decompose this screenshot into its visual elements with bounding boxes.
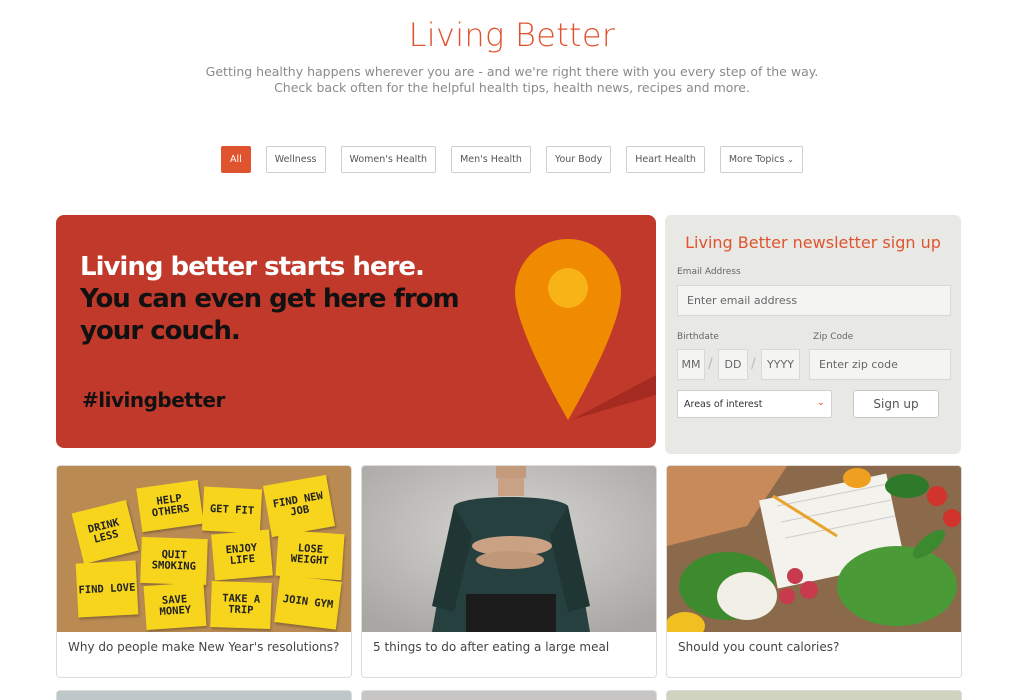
birthdate-label: Birthdate [677,332,719,342]
newsletter-signup-panel: Living Better newsletter sign up Email A… [665,215,961,454]
hero-line-3: your couch. [80,316,241,346]
sticky-note: GET FIT [201,486,263,534]
sticky-note: FIND NEW JOB [262,474,336,538]
areas-of-interest-value: Areas of interest [684,398,763,410]
sticky-note: HELP OTHERS [136,479,204,533]
more-topics-label: More Topics [728,154,785,165]
sticky-note: TAKE A TRIP [210,580,272,630]
vegetables-illustration [667,466,961,632]
filter-all-button[interactable]: All [221,146,251,173]
article-card-partial[interactable] [361,690,657,700]
more-topics-dropdown[interactable]: More Topics ⌄ [719,146,803,173]
sign-up-button[interactable]: Sign up [853,390,939,418]
sticky-note: DRINK LESS [71,499,139,565]
birthdate-month-input[interactable]: MM [677,349,705,380]
article-card[interactable]: 5 things to do after eating a large meal [361,465,657,678]
filter-heart-health-button[interactable]: Heart Health [626,146,705,173]
sticky-note: JOIN GYM [274,574,342,630]
article-card[interactable]: HELP OTHERS GET FIT FIND NEW JOB DRINK L… [56,465,352,678]
topic-filters: All Wellness Women's Health Men's Health… [0,146,1024,173]
date-separator-icon: / [708,356,713,372]
article-title[interactable]: 5 things to do after eating a large meal [373,640,648,654]
birthdate-year-input[interactable]: YYYY [761,349,800,380]
page-title: Living Better [408,16,616,54]
sticky-note: LOSE WEIGHT [275,529,345,581]
sticky-notes-image: HELP OTHERS GET FIT FIND NEW JOB DRINK L… [57,466,351,632]
chevron-down-icon: ⌄ [787,155,794,164]
filter-womens-health-button[interactable]: Women's Health [340,146,437,173]
subtitle-line-1: Getting healthy happens wherever you are… [205,64,819,79]
sticky-note: ENJOY LIFE [211,529,273,581]
newsletter-title: Living Better newsletter sign up [685,233,941,252]
filter-mens-health-button[interactable]: Men's Health [451,146,531,173]
hero-hashtag: #livingbetter [82,388,225,412]
filter-your-body-button[interactable]: Your Body [545,146,612,173]
sticky-note: QUIT SMOKING [140,536,208,586]
map-pin-icon [515,239,656,420]
article-title[interactable]: Should you count calories? [678,640,953,654]
zip-code-input[interactable]: Enter zip code [809,349,951,380]
sticky-note: SAVE MONEY [143,581,207,631]
birthdate-day-input[interactable]: DD [718,349,748,380]
areas-of-interest-select[interactable]: Areas of interest ⌄ [677,390,832,418]
article-card-partial[interactable] [666,690,962,700]
vegetables-notebook-image [667,466,961,632]
man-holding-stomach-image [362,466,656,632]
hero-line-1: Living better starts here. [80,252,425,282]
email-input[interactable]: Enter email address [677,285,951,316]
article-title[interactable]: Why do people make New Year's resolution… [68,640,343,654]
filter-wellness-button[interactable]: Wellness [265,146,326,173]
sticky-note: FIND LOVE [75,560,139,618]
article-card[interactable]: Should you count calories? [666,465,962,678]
hero-line-2: You can even get here from [80,284,460,314]
hero-headline: Living better starts here. You can even … [80,251,460,347]
page-subtitle: Getting healthy happens wherever you are… [0,64,1024,96]
subtitle-line-2: Check back often for the helpful health … [274,80,750,95]
chevron-down-icon: ⌄ [816,397,825,408]
man-illustration [362,466,656,632]
article-card-partial[interactable] [56,690,352,700]
email-label: Email Address [677,267,741,277]
hero-banner[interactable]: Living better starts here. You can even … [56,215,656,448]
date-separator-icon: / [751,356,756,372]
zip-label: Zip Code [813,332,854,342]
